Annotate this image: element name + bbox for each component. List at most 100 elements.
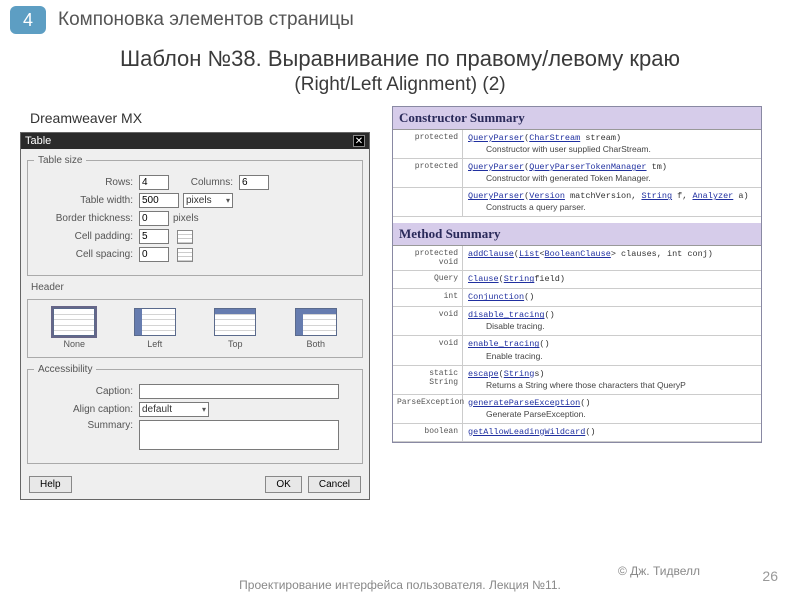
- return-type: int: [393, 289, 463, 306]
- method-link[interactable]: Conjunction: [468, 292, 524, 302]
- dialog-title: Table: [25, 135, 51, 147]
- unit-pixels: pixels: [173, 213, 199, 224]
- description: Disable tracing.: [468, 321, 555, 332]
- class-link[interactable]: QueryParser: [468, 133, 524, 143]
- method-row: voidenable_tracing()Enable tracing.: [393, 336, 761, 365]
- modifier: [393, 188, 463, 216]
- class-link[interactable]: QueryParser: [468, 162, 524, 172]
- method-row: QueryClause(Stringfield): [393, 271, 761, 289]
- label-align-caption: Align caption:: [34, 404, 139, 415]
- header-option-none[interactable]: None: [53, 308, 95, 349]
- return-type: void: [393, 307, 463, 335]
- caption-input[interactable]: [139, 384, 339, 399]
- return-type: void: [393, 336, 463, 364]
- method-link[interactable]: getAllowLeadingWildcard: [468, 427, 585, 437]
- return-type: ParseException: [393, 395, 463, 423]
- page-title: Шаблон №38. Выравнивание по правому/лево…: [0, 46, 800, 72]
- type-link[interactable]: Analyzer: [692, 191, 733, 201]
- align-caption-select[interactable]: default: [139, 402, 209, 417]
- type-link[interactable]: String: [504, 369, 535, 379]
- header-option-top[interactable]: Top: [214, 308, 256, 349]
- cell-padding-input[interactable]: [139, 229, 169, 244]
- author-credit: © Дж. Тидвелл: [618, 564, 700, 578]
- return-type: protected void: [393, 246, 463, 270]
- signature: Conjunction(): [463, 289, 539, 306]
- method-link[interactable]: generateParseException: [468, 398, 580, 408]
- signature: QueryParser(Version matchVersion, String…: [463, 188, 754, 216]
- constructor-row: protectedQueryParser(CharStream stream)C…: [393, 130, 761, 159]
- signature: QueryParser(CharStream stream)Constructo…: [463, 130, 656, 158]
- method-row: intConjunction(): [393, 289, 761, 307]
- group-table-size: Table size: [34, 155, 86, 166]
- signature: generateParseException()Generate ParseEx…: [463, 395, 595, 423]
- label-summary: Summary:: [34, 420, 139, 431]
- border-thickness-input[interactable]: [139, 211, 169, 226]
- page-number: 26: [762, 568, 778, 584]
- method-row: booleangetAllowLeadingWildcard(): [393, 424, 761, 442]
- label-table-width: Table width:: [34, 195, 139, 206]
- description: Generate ParseException.: [468, 409, 590, 420]
- method-link[interactable]: addClause: [468, 249, 514, 259]
- signature: QueryParser(QueryParserTokenManager tm)C…: [463, 159, 672, 187]
- signature: disable_tracing()Disable tracing.: [463, 307, 560, 335]
- type-link[interactable]: String: [641, 191, 672, 201]
- description: Constructs a query parser.: [468, 202, 749, 213]
- header-option-both[interactable]: Both: [295, 308, 337, 349]
- method-row: protected voidaddClause(List<BooleanClau…: [393, 246, 761, 271]
- slide-number-badge: 4: [10, 6, 46, 34]
- header-option-left[interactable]: Left: [134, 308, 176, 349]
- width-unit-select[interactable]: pixels: [183, 193, 233, 208]
- help-button[interactable]: Help: [29, 476, 72, 493]
- signature: enable_tracing()Enable tracing.: [463, 336, 555, 364]
- class-link[interactable]: QueryParser: [468, 191, 524, 201]
- close-icon[interactable]: ✕: [353, 135, 365, 147]
- method-link[interactable]: disable_tracing: [468, 310, 545, 320]
- lecture-footer: Проектирование интерфейса пользователя. …: [239, 578, 561, 592]
- constructor-summary-heading: Constructor Summary: [393, 107, 761, 130]
- return-type: boolean: [393, 424, 463, 441]
- return-type: Query: [393, 271, 463, 288]
- type-link[interactable]: BooleanClause: [545, 249, 611, 259]
- type-link[interactable]: QueryParserTokenManager: [529, 162, 646, 172]
- summary-input[interactable]: [139, 420, 339, 450]
- cell-spacing-input[interactable]: [139, 247, 169, 262]
- label-cell-spacing: Cell spacing:: [34, 249, 139, 260]
- group-accessibility: Accessibility: [34, 364, 96, 375]
- ok-button[interactable]: OK: [265, 476, 301, 493]
- type-link[interactable]: Version: [529, 191, 565, 201]
- signature: Clause(Stringfield): [463, 271, 570, 288]
- return-type: static String: [393, 366, 463, 394]
- signature: getAllowLeadingWildcard(): [463, 424, 601, 441]
- columns-input[interactable]: [239, 175, 269, 190]
- section-title: Компоновка элементов страницы: [58, 9, 354, 31]
- method-row: static Stringescape(Strings)Returns a St…: [393, 366, 761, 395]
- description: Enable tracing.: [468, 351, 550, 362]
- method-link[interactable]: enable_tracing: [468, 339, 539, 349]
- cell-spacing-icon: [177, 248, 193, 262]
- type-link[interactable]: CharStream: [529, 133, 580, 143]
- method-link[interactable]: escape: [468, 369, 499, 379]
- label-rows: Rows:: [34, 177, 139, 188]
- method-row: ParseExceptiongenerateParseException()Ge…: [393, 395, 761, 424]
- page-subtitle: (Right/Left Alignment) (2): [0, 74, 800, 96]
- type-link[interactable]: String: [504, 274, 535, 284]
- rows-input[interactable]: [139, 175, 169, 190]
- modifier: protected: [393, 159, 463, 187]
- label-border-thickness: Border thickness:: [34, 213, 139, 224]
- table-dialog: Table ✕ Table size Rows: Columns: Table …: [20, 132, 370, 500]
- group-header: Header: [31, 282, 64, 293]
- constructor-row: protectedQueryParser(QueryParserTokenMan…: [393, 159, 761, 188]
- description: Returns a String where those characters …: [468, 380, 686, 391]
- cancel-button[interactable]: Cancel: [308, 476, 361, 493]
- label-caption: Caption:: [34, 386, 139, 397]
- method-row: voiddisable_tracing()Disable tracing.: [393, 307, 761, 336]
- type-link[interactable]: List: [519, 249, 539, 259]
- javadoc-panel: Constructor Summary protectedQueryParser…: [392, 106, 762, 443]
- dreamweaver-label: Dreamweaver MX: [30, 110, 380, 126]
- method-link[interactable]: Clause: [468, 274, 499, 284]
- header-options: None Left Top Both: [27, 299, 363, 358]
- signature: addClause(List<BooleanClause> clauses, i…: [463, 246, 718, 270]
- table-width-input[interactable]: [139, 193, 179, 208]
- method-summary-heading: Method Summary: [393, 223, 761, 246]
- description: Constructor with user supplied CharStrea…: [468, 144, 651, 155]
